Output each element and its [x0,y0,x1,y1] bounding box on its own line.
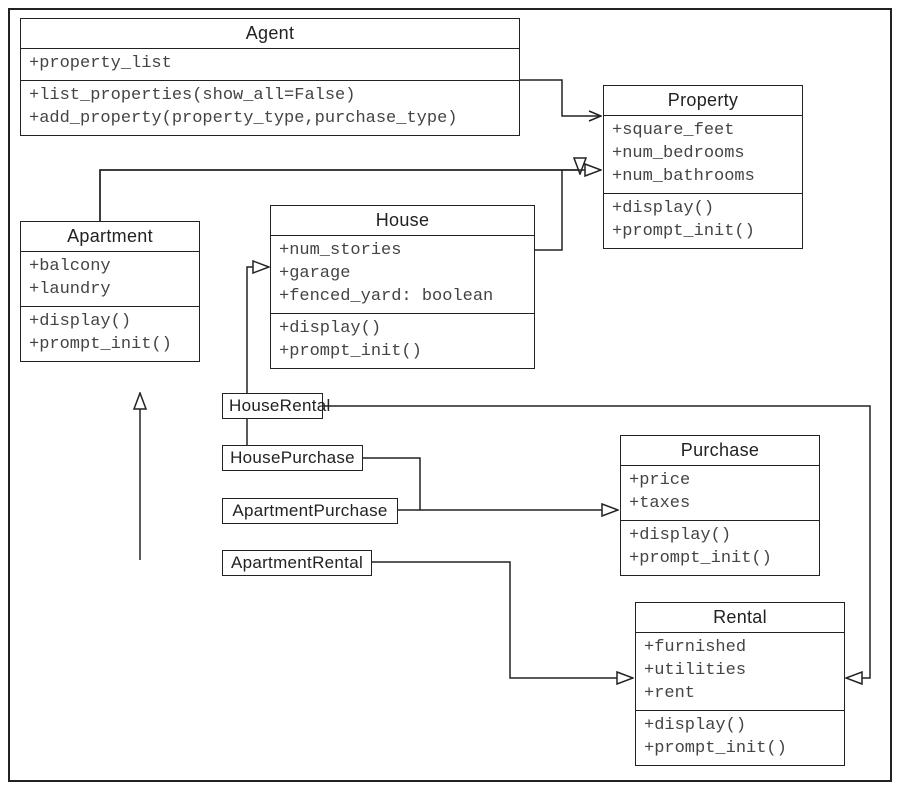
class-purchase: Purchase +price +taxes +display() +promp… [620,435,820,576]
class-apartment-purchase: ApartmentPurchase [222,498,398,524]
class-apartment: Apartment +balcony +laundry +display() +… [20,221,200,362]
attribute: +balcony [29,256,191,279]
class-apartment-rental: ApartmentRental [222,550,372,576]
attribute: +square_feet [612,120,794,143]
class-name: HousePurchase [223,446,362,470]
class-house-rental: HouseRental [222,393,323,419]
attribute: +price [629,470,811,493]
method: +prompt_init() [629,548,811,571]
method: +prompt_init() [279,341,526,364]
method: +prompt_init() [29,334,191,357]
attribute: +laundry [29,279,191,302]
class-name: Property [604,86,802,116]
attribute: +rent [644,683,836,706]
class-name: Agent [21,19,519,49]
method: +display() [279,318,526,341]
attribute: +num_bathrooms [612,166,794,189]
attribute: +num_stories [279,240,526,263]
attribute: +num_bedrooms [612,143,794,166]
method: +prompt_init() [612,221,794,244]
class-house-purchase: HousePurchase [222,445,363,471]
class-name: House [271,206,534,236]
attribute: +utilities [644,660,836,683]
class-property: Property +square_feet +num_bedrooms +num… [603,85,803,249]
method: +prompt_init() [644,738,836,761]
attribute: +garage [279,263,526,286]
class-name: ApartmentPurchase [223,499,397,523]
attribute: +fenced_yard: boolean [279,286,526,309]
class-agent: Agent +property_list +list_properties(sh… [20,18,520,136]
class-rental: Rental +furnished +utilities +rent +disp… [635,602,845,766]
class-house: House +num_stories +garage +fenced_yard:… [270,205,535,369]
attribute: +property_list [29,53,511,76]
class-name: ApartmentRental [223,551,371,575]
method: +display() [644,715,836,738]
method: +display() [29,311,191,334]
method: +add_property(property_type,purchase_typ… [29,108,511,131]
attribute: +taxes [629,493,811,516]
method: +display() [629,525,811,548]
class-name: Apartment [21,222,199,252]
method: +list_properties(show_all=False) [29,85,511,108]
class-name: HouseRental [223,394,322,418]
class-name: Purchase [621,436,819,466]
method: +display() [612,198,794,221]
class-name: Rental [636,603,844,633]
attribute: +furnished [644,637,836,660]
